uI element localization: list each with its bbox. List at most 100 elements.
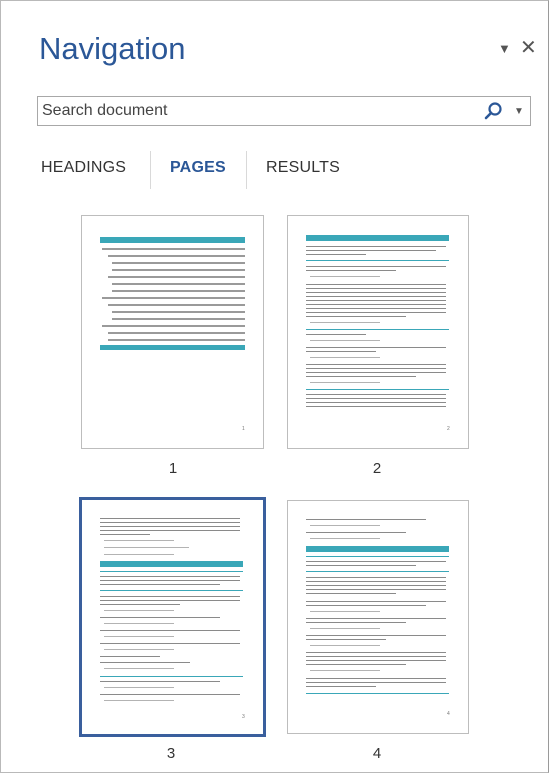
thumbnail-page-number: 3	[242, 714, 245, 720]
thumbnail-text-line	[104, 687, 174, 688]
thumbnail-text-line	[100, 530, 240, 531]
thumbnail-text-line	[306, 585, 446, 586]
thumbnail-heading-bar	[100, 590, 243, 591]
thumbnail-text-line	[100, 656, 160, 657]
thumbnail-text-line	[306, 519, 426, 520]
thumbnail-text-line	[306, 308, 446, 309]
thumbnail-text-line	[102, 297, 245, 299]
pane-options-chevron-down-icon[interactable]: ▼	[498, 41, 511, 56]
thumbnail-text-line	[306, 406, 446, 407]
thumbnail-text-line	[306, 589, 446, 590]
tab-headings[interactable]: HEADINGS	[41, 159, 126, 177]
thumbnail-text-line	[100, 694, 240, 695]
thumbnail-text-line	[100, 662, 190, 663]
thumbnail-text-line	[100, 576, 240, 577]
thumbnail-text-line	[306, 639, 386, 640]
thumbnail-text-line	[306, 678, 446, 679]
thumbnail-text-line	[310, 611, 380, 612]
thumbnail-footer-bar	[100, 345, 245, 350]
thumbnail-text-line	[112, 262, 245, 264]
thumbnail-text-line	[306, 334, 366, 335]
thumbnail-text-line	[100, 526, 240, 527]
thumbnail-text-line	[306, 532, 406, 533]
thumbnail-text-line	[100, 518, 240, 519]
thumbnail-text-line	[108, 276, 245, 278]
thumbnail-text-line	[102, 248, 245, 250]
thumbnail-text-line	[310, 340, 380, 341]
thumbnail-text-line	[306, 561, 446, 562]
tab-results[interactable]: RESULTS	[266, 159, 340, 177]
navigation-pane: Navigation ▼ ✕ ▼ HEADINGS PAGES RESULTS	[0, 0, 549, 773]
thumbnail-text-line	[306, 376, 416, 377]
thumbnail-text-line	[306, 622, 406, 623]
thumbnail-heading-bar	[100, 676, 243, 677]
thumbnail-text-line	[306, 364, 446, 365]
thumbnail-heading-bar	[100, 571, 243, 572]
thumbnail-text-line	[100, 596, 240, 597]
thumbnail-text-line	[104, 649, 174, 650]
thumbnail-heading-bar	[306, 260, 449, 261]
thumbnail-text-line	[310, 538, 380, 539]
thumbnail-text-line	[306, 618, 446, 619]
tab-divider	[246, 151, 247, 189]
thumbnail-text-line	[100, 604, 180, 605]
thumbnail-text-line	[104, 636, 174, 637]
thumbnail-page-number: 4	[447, 711, 450, 717]
thumbnail-text-line	[112, 311, 245, 313]
thumbnail-text-line	[100, 643, 240, 644]
thumbnail-text-line	[108, 255, 245, 257]
search-icon[interactable]	[484, 101, 504, 121]
thumbnail-heading-bar	[306, 389, 449, 390]
thumbnail-text-line	[310, 322, 380, 323]
thumbnail-text-line	[306, 254, 366, 255]
thumbnail-text-line	[306, 394, 446, 395]
search-box: ▼	[37, 96, 531, 126]
page-thumbnail-4[interactable]: 4	[287, 500, 469, 734]
thumbnail-text-line	[306, 402, 446, 403]
thumbnail-text-line	[112, 318, 245, 320]
thumbnail-text-line	[306, 270, 396, 271]
thumbnail-text-line	[310, 382, 380, 383]
page-thumbnail-2[interactable]: 2	[287, 215, 469, 449]
search-options-chevron-down-icon[interactable]: ▼	[514, 106, 524, 117]
thumbnail-text-line	[306, 246, 446, 247]
thumbnail-text-line	[310, 276, 380, 277]
thumbnail-text-line	[104, 554, 174, 555]
page-number-label: 3	[166, 745, 176, 762]
thumbnail-text-line	[306, 682, 446, 683]
page-thumbnail-3[interactable]: 3	[79, 497, 266, 737]
thumbnail-text-line	[310, 357, 380, 358]
thumbnail-text-line	[100, 630, 240, 631]
thumbnail-text-line	[306, 347, 446, 348]
close-icon[interactable]: ✕	[520, 35, 537, 60]
page-thumbnail-1[interactable]: 1	[81, 215, 264, 449]
thumbnail-text-line	[310, 645, 380, 646]
thumbnail-text-line	[306, 316, 406, 317]
thumbnail-text-line	[306, 398, 446, 399]
thumbnail-text-line	[100, 580, 240, 581]
thumbnail-page-number: 2	[447, 426, 450, 432]
thumbnail-text-line	[102, 325, 245, 327]
thumbnail-text-line	[306, 300, 446, 301]
thumbnail-text-line	[310, 628, 380, 629]
page-number-label: 4	[372, 745, 382, 762]
thumbnail-text-line	[306, 635, 446, 636]
search-input[interactable]	[42, 101, 462, 121]
thumbnail-text-line	[306, 664, 406, 665]
thumbnail-page-number: 1	[242, 426, 245, 432]
thumbnail-heading-bar	[306, 329, 449, 330]
thumbnail-text-line	[104, 700, 174, 701]
thumbnail-text-line	[306, 284, 446, 285]
tab-divider	[150, 151, 151, 189]
thumbnail-heading-bar	[306, 556, 449, 557]
thumbnail-text-line	[306, 565, 416, 566]
thumbnail-text-line	[100, 534, 150, 535]
thumbnail-heading-bar	[306, 693, 449, 694]
thumbnail-text-line	[112, 269, 245, 271]
tab-pages[interactable]: PAGES	[170, 159, 226, 177]
thumbnail-heading-bar	[100, 561, 243, 567]
thumbnail-text-line	[306, 581, 446, 582]
thumbnail-text-line	[104, 547, 189, 548]
thumbnail-heading-bar	[100, 237, 245, 243]
thumbnail-text-line	[108, 304, 245, 306]
